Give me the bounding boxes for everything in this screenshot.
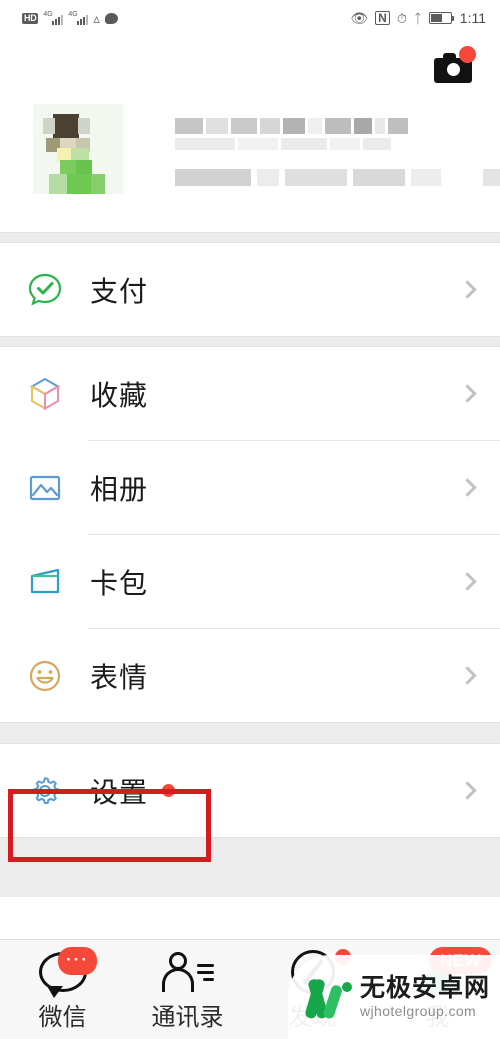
settings-gear-icon bbox=[22, 773, 68, 809]
tab-label: 通讯录 bbox=[151, 1003, 224, 1031]
network-type-1-label: 4G bbox=[43, 10, 53, 18]
nfc-icon: N bbox=[375, 11, 390, 25]
signal-bars-1-icon: 4G bbox=[43, 10, 64, 25]
bluetooth-icon: ᛏ bbox=[413, 10, 422, 26]
avatar[interactable] bbox=[33, 104, 123, 194]
hd-badge: HD bbox=[22, 12, 39, 24]
favorites-cube-icon bbox=[22, 376, 68, 412]
menu-item-favorites[interactable]: 收藏 bbox=[0, 347, 500, 440]
section-separator bbox=[0, 722, 500, 744]
menu-item-label: 支付 bbox=[90, 274, 149, 308]
eye-care-icon: 👁 bbox=[350, 10, 369, 26]
status-bar-right: 👁 N ⏱ ᛏ 1:11 bbox=[350, 10, 486, 26]
watermark-site-name: 无极安卓网 bbox=[360, 973, 491, 1002]
header-bar bbox=[0, 36, 500, 96]
card-wallet-icon bbox=[22, 565, 68, 599]
chevron-right-icon bbox=[458, 572, 477, 591]
settings-notification-dot bbox=[162, 784, 176, 797]
battery-icon bbox=[428, 12, 455, 24]
watermark-text: 无极安卓网 wjhotelgroup.com bbox=[360, 973, 491, 1020]
profile-nickname bbox=[175, 118, 500, 134]
section-separator bbox=[0, 232, 500, 243]
emoji-smiley-icon bbox=[22, 659, 68, 693]
chat-bubble-icon: ··· bbox=[0, 947, 125, 998]
chevron-right-icon bbox=[458, 666, 477, 685]
network-type-2-label: 4G bbox=[68, 10, 78, 18]
tab-wechat[interactable]: ··· 微信 bbox=[0, 947, 125, 1032]
menu-item-label: 相册 bbox=[90, 472, 149, 506]
camera-button[interactable] bbox=[434, 46, 476, 83]
services-section: 收藏 相册 卡包 表情 bbox=[0, 347, 500, 722]
menu-item-album[interactable]: 相册 bbox=[0, 441, 500, 534]
chat-bubble-status-icon bbox=[104, 12, 118, 24]
menu-item-cards[interactable]: 卡包 bbox=[0, 535, 500, 628]
settings-section: 设置 bbox=[0, 744, 500, 837]
menu-item-label: 设置 bbox=[90, 775, 149, 809]
profile-header[interactable] bbox=[0, 96, 500, 232]
chevron-right-icon bbox=[458, 384, 477, 403]
menu-item-settings[interactable]: 设置 bbox=[0, 744, 500, 837]
wechat-unread-badge: ··· bbox=[58, 947, 97, 975]
avatar-pixel bbox=[91, 174, 105, 194]
tab-contacts[interactable]: 通讯录 bbox=[125, 949, 250, 1032]
wifi-icon: ▵ bbox=[93, 10, 100, 26]
profile-text-block bbox=[175, 118, 500, 186]
chevron-right-icon bbox=[458, 280, 477, 299]
pay-icon bbox=[22, 272, 68, 308]
avatar-pixel bbox=[49, 174, 67, 194]
menu-item-label: 卡包 bbox=[90, 566, 149, 600]
tab-label: 微信 bbox=[38, 1003, 87, 1031]
menu-item-emoji[interactable]: 表情 bbox=[0, 629, 500, 722]
camera-notification-dot bbox=[459, 46, 476, 63]
watermark-site-url: wjhotelgroup.com bbox=[360, 1003, 477, 1019]
camera-icon-lens bbox=[447, 63, 460, 76]
status-bar-time: 1:11 bbox=[459, 10, 486, 26]
menu-item-pay[interactable]: 支付 bbox=[0, 243, 500, 336]
watermark: 无极安卓网 wjhotelgroup.com bbox=[288, 955, 500, 1039]
status-bar: HD 4G 4G ▵ 👁 N ⏱ ᛏ 1:11 bbox=[0, 0, 500, 36]
avatar-pixel bbox=[53, 114, 79, 140]
status-bar-left: HD 4G 4G ▵ bbox=[22, 10, 118, 26]
menu-item-label: 收藏 bbox=[90, 378, 149, 412]
chevron-right-icon bbox=[458, 781, 477, 800]
avatar-pixel bbox=[43, 118, 55, 134]
signal-bars-2-icon: 4G bbox=[68, 10, 89, 25]
alarm-icon: ⏱ bbox=[396, 10, 407, 26]
contacts-icon bbox=[125, 949, 250, 995]
profile-nickname-shadow bbox=[175, 138, 500, 150]
avatar-pixel bbox=[78, 118, 90, 134]
section-separator bbox=[0, 336, 500, 347]
menu-item-label: 表情 bbox=[90, 660, 149, 694]
watermark-logo-icon bbox=[302, 974, 354, 1020]
bottom-filler bbox=[0, 837, 500, 897]
avatar-pixel bbox=[67, 174, 91, 194]
profile-wechat-id bbox=[175, 169, 500, 186]
album-photo-icon bbox=[22, 471, 68, 505]
pay-section: 支付 bbox=[0, 243, 500, 336]
chevron-right-icon bbox=[458, 478, 477, 497]
